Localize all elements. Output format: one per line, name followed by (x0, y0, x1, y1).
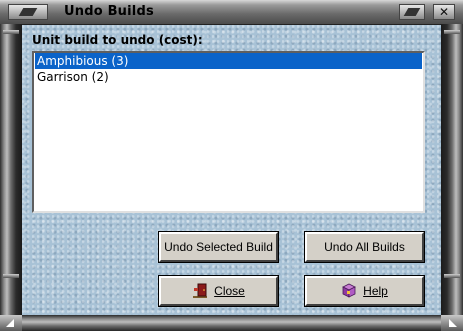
undo-selected-build-button[interactable]: Undo Selected Build (158, 231, 279, 263)
undo-selected-build-label: Undo Selected Build (164, 240, 273, 254)
help-book-icon (341, 283, 357, 299)
title-bar[interactable]: Undo Builds ✕ (0, 0, 463, 25)
help-label: Help (363, 284, 388, 298)
bottom-border (0, 315, 463, 331)
close-icon[interactable]: ✕ (433, 4, 455, 20)
restore-icon[interactable] (399, 4, 425, 20)
undo-all-builds-button[interactable]: Undo All Builds (304, 231, 425, 263)
list-item[interactable]: Garrison (2) (35, 69, 422, 85)
list-label: Unit build to undo (cost): (32, 33, 203, 47)
undo-builds-window: Undo Builds ✕ Unit build to undo (cost):… (0, 0, 463, 331)
close-label: Close (214, 284, 245, 298)
close-button[interactable]: Close (158, 275, 279, 307)
unit-build-list[interactable]: Amphibious (3) Garrison (2) (32, 51, 425, 213)
undo-all-builds-label: Undo All Builds (324, 240, 405, 254)
dialog-body: Unit build to undo (cost): Amphibious (3… (22, 25, 441, 315)
resize-corner-right[interactable] (441, 315, 463, 331)
system-menu-icon[interactable] (8, 4, 48, 20)
right-border (441, 24, 463, 316)
resize-corner-left[interactable] (0, 315, 22, 331)
exit-door-icon (192, 283, 208, 299)
help-button[interactable]: Help (304, 275, 425, 307)
window-title: Undo Builds (64, 4, 154, 19)
list-item[interactable]: Amphibious (3) (35, 53, 422, 69)
left-border (0, 24, 22, 316)
